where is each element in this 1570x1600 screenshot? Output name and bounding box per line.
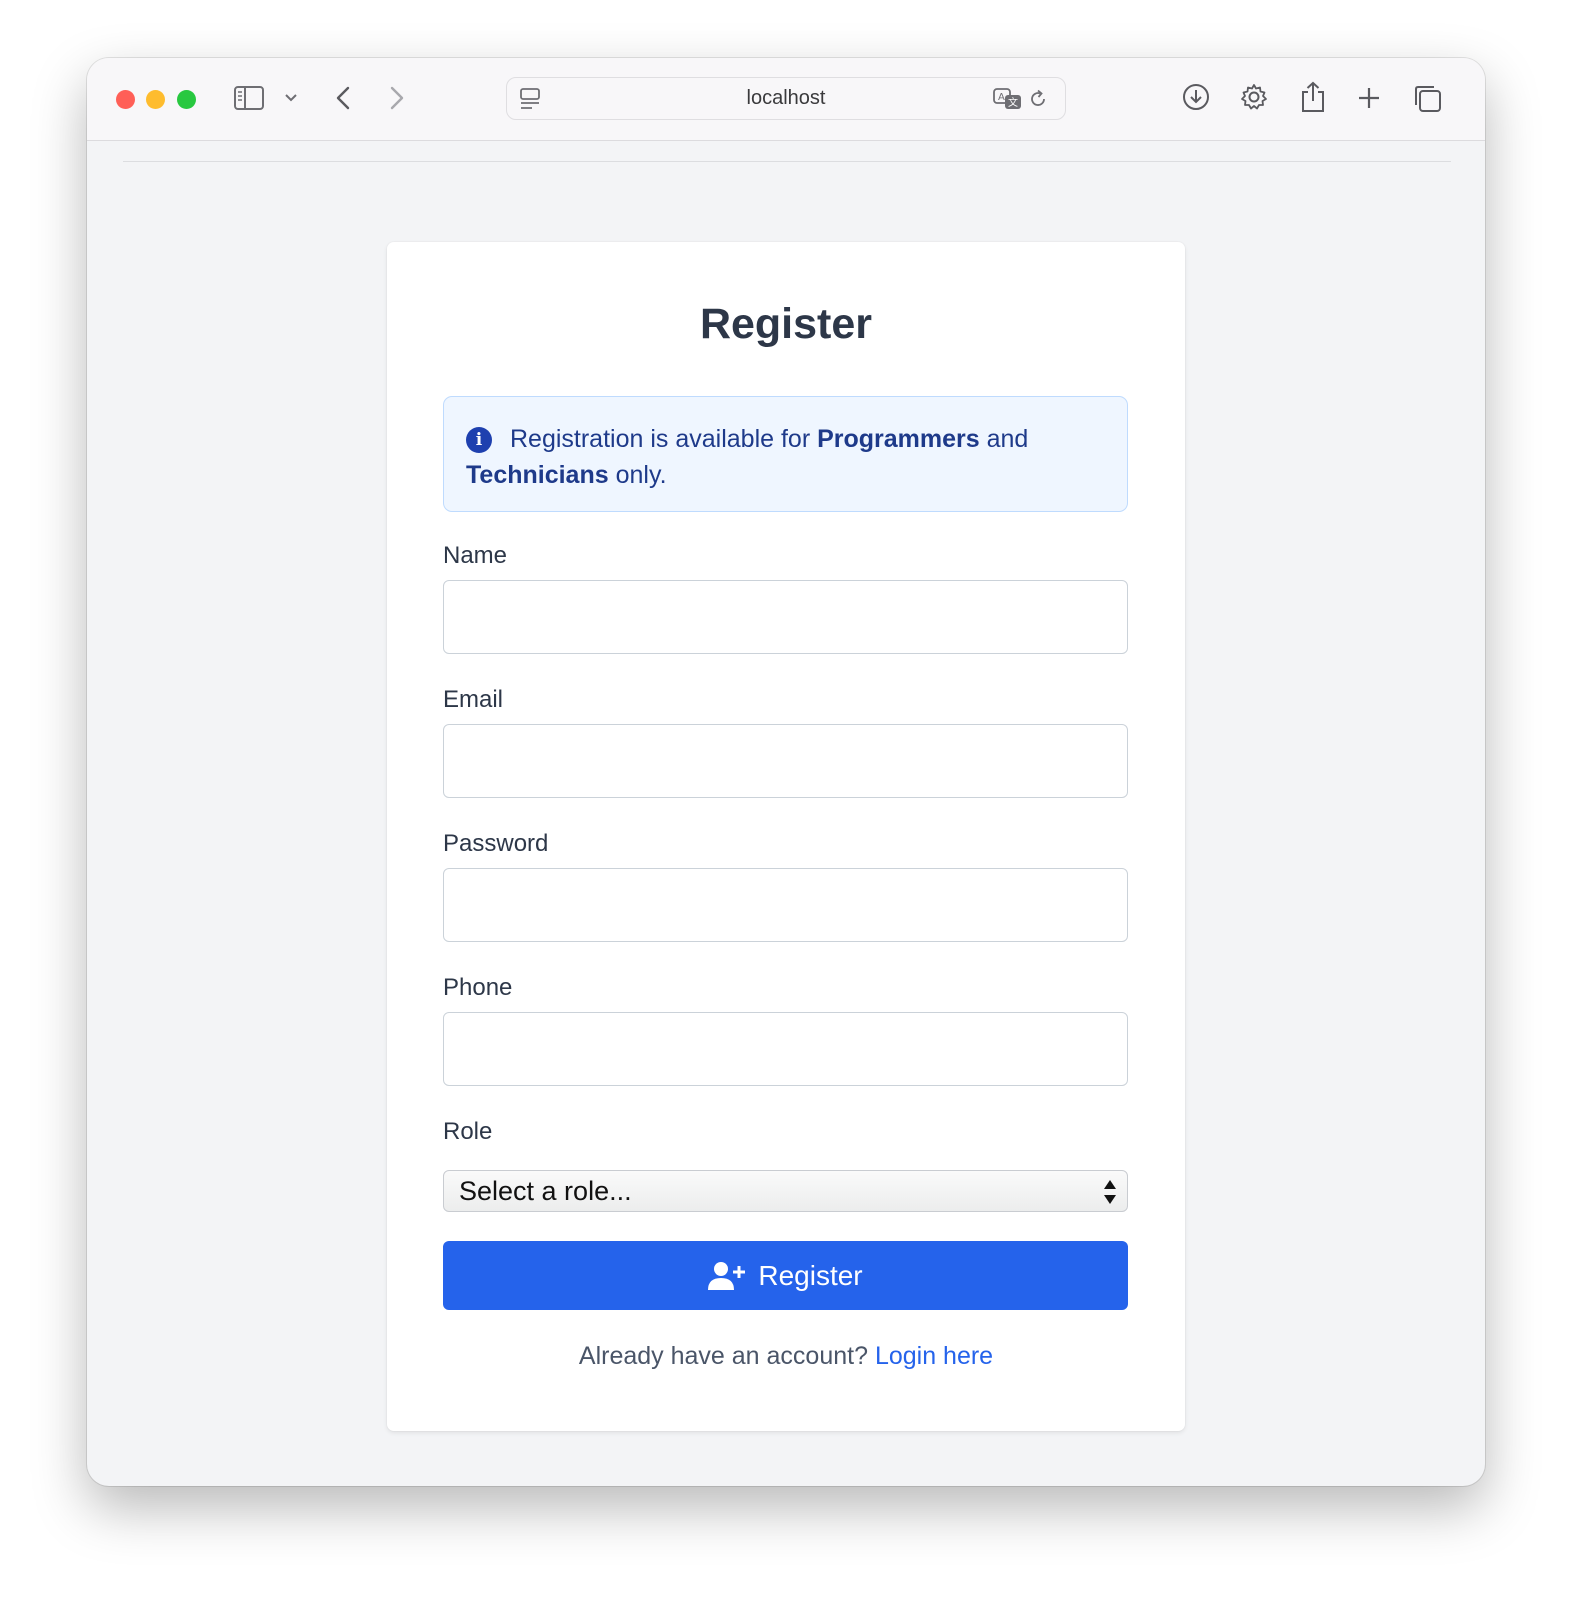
new-tab-plus-icon[interactable] bbox=[1355, 84, 1383, 112]
address-bar[interactable]: localhost A文 bbox=[506, 77, 1066, 120]
sidebar-icon[interactable] bbox=[233, 84, 265, 112]
select-arrows-icon bbox=[1104, 1180, 1116, 1204]
browser-toolbar: localhost A文 bbox=[87, 58, 1485, 141]
email-input[interactable] bbox=[443, 724, 1128, 798]
role-select[interactable]: Select a role... bbox=[443, 1170, 1128, 1212]
settings-gear-icon[interactable] bbox=[1239, 82, 1269, 112]
role-label: Role bbox=[443, 1118, 493, 1145]
role-select-value: Select a role... bbox=[459, 1176, 632, 1206]
svg-text:文: 文 bbox=[1008, 96, 1018, 109]
address-text: localhost bbox=[746, 87, 826, 109]
page-divider bbox=[123, 161, 1451, 162]
translate-icon[interactable]: A文 bbox=[993, 87, 1023, 111]
reload-icon[interactable] bbox=[1027, 88, 1049, 110]
phone-label: Phone bbox=[443, 974, 513, 1001]
phone-input[interactable] bbox=[443, 1012, 1128, 1086]
svg-text:A: A bbox=[998, 92, 1005, 103]
password-input[interactable] bbox=[443, 868, 1128, 942]
alert-role-technicians: Technicians bbox=[466, 461, 609, 489]
share-icon[interactable] bbox=[1299, 80, 1327, 114]
login-prompt: Already have an account? Login here bbox=[387, 1342, 1185, 1371]
login-link[interactable]: Login here bbox=[875, 1342, 993, 1370]
user-plus-icon bbox=[708, 1261, 746, 1291]
forward-icon[interactable] bbox=[387, 84, 407, 112]
alert-role-programmers: Programmers bbox=[817, 425, 980, 453]
login-prompt-text: Already have an account? bbox=[578, 1342, 875, 1370]
alert-text-after: only. bbox=[608, 461, 667, 489]
email-label: Email bbox=[443, 686, 504, 713]
password-label: Password bbox=[443, 830, 549, 857]
browser-window: localhost A文 Register i Registration is … bbox=[87, 58, 1485, 1486]
info-alert: i Registration is available for Programme… bbox=[443, 396, 1128, 512]
back-icon[interactable] bbox=[333, 84, 353, 112]
tab-overview-icon[interactable] bbox=[1411, 82, 1443, 114]
alert-text-middle: and bbox=[979, 425, 1029, 453]
info-circle-icon: i bbox=[466, 427, 492, 453]
page-title: Register bbox=[699, 300, 873, 348]
minimize-window-button[interactable] bbox=[146, 90, 165, 109]
register-button-label: Register bbox=[758, 1259, 863, 1291]
name-input[interactable] bbox=[443, 580, 1128, 654]
chevron-down-icon[interactable] bbox=[283, 90, 299, 106]
register-button[interactable]: Register bbox=[443, 1241, 1128, 1310]
name-label: Name bbox=[443, 542, 508, 569]
alert-text-before: Registration is available for bbox=[510, 425, 818, 453]
close-window-button[interactable] bbox=[116, 90, 135, 109]
download-icon[interactable] bbox=[1181, 82, 1211, 112]
register-card: Register i Registration is available for … bbox=[387, 242, 1185, 1431]
zoom-window-button[interactable] bbox=[177, 90, 196, 109]
